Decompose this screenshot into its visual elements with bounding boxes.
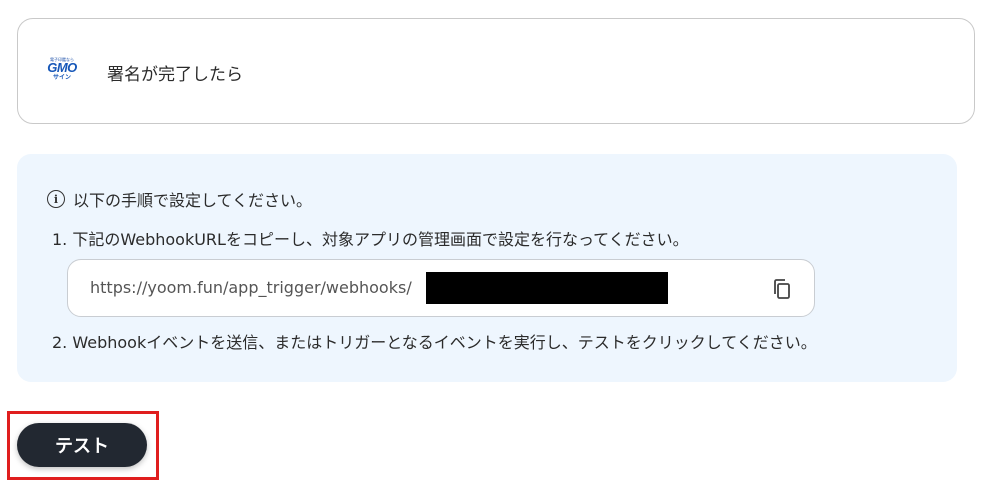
copy-icon[interactable]: [770, 277, 794, 301]
instructions-panel: i 以下の手順で設定してください。 1. 下記のWebhookURLをコピーし、…: [17, 154, 957, 382]
instruction-step-1: 1. 下記のWebhookURLをコピーし、対象アプリの管理画面で設定を行なって…: [52, 230, 689, 249]
info-icon: i: [47, 190, 65, 208]
instructions-heading: 以下の手順で設定してください。: [73, 191, 313, 210]
logo-product: サイン: [52, 74, 71, 81]
instructions-heading-row: i 以下の手順で設定してください。: [47, 187, 312, 211]
webhook-url-field[interactable]: https://yoom.fun/app_trigger/webhooks/: [67, 259, 815, 317]
trigger-card: 電子印鑑なら GMO サイン 署名が完了したら: [17, 18, 975, 124]
test-button[interactable]: テスト: [17, 423, 147, 467]
redacted-url-token: [426, 272, 668, 304]
logo-brand: GMO: [47, 60, 77, 75]
webhook-url-text[interactable]: https://yoom.fun/app_trigger/webhooks/: [90, 278, 412, 297]
instruction-step-2: 2. Webhookイベントを送信、またはトリガーとなるイベントを実行し、テスト…: [52, 333, 817, 352]
gmo-sign-logo: 電子印鑑なら GMO サイン: [40, 57, 84, 85]
trigger-title: 署名が完了したら: [107, 65, 243, 85]
